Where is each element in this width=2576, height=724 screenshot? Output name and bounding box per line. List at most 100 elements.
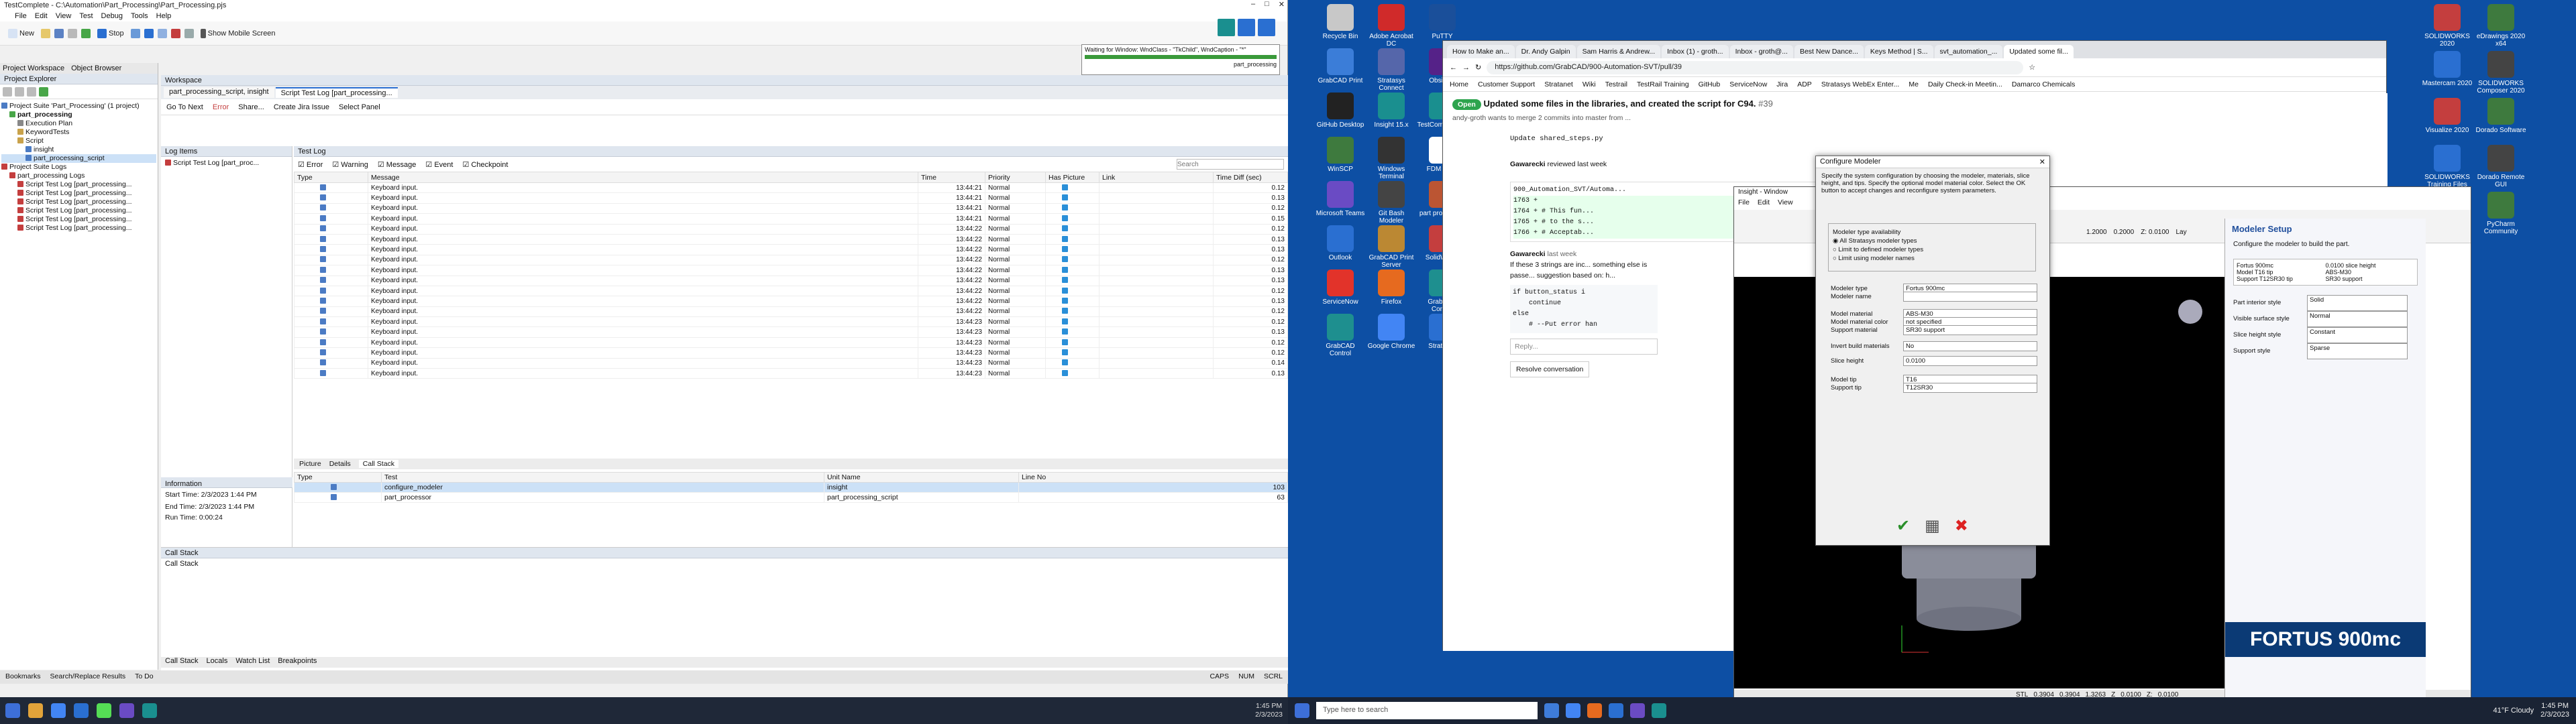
tab-watch[interactable]: Watch List bbox=[235, 657, 270, 668]
pause-record-icon[interactable] bbox=[1238, 19, 1255, 36]
bookmark-item[interactable]: Jira bbox=[1776, 80, 1788, 88]
desktop-icon[interactable]: ServiceNow bbox=[1315, 269, 1366, 306]
browser-tab[interactable]: Inbox - groth@... bbox=[1729, 45, 1793, 58]
tree-item[interactable]: Script Test Log [part_processing... bbox=[1, 224, 156, 233]
vscode-icon[interactable] bbox=[1609, 703, 1623, 718]
error-filter-button[interactable]: Error bbox=[213, 103, 229, 111]
taskbar-search[interactable]: Type here to search bbox=[1316, 702, 1538, 719]
filter-message[interactable]: ☑ Message bbox=[378, 160, 417, 169]
menu-help[interactable]: Help bbox=[156, 12, 172, 20]
picture-icon[interactable] bbox=[1062, 194, 1068, 201]
tree-item[interactable]: Script Test Log [part_processing... bbox=[1, 206, 156, 215]
desktop-icon[interactable]: Dorado Software bbox=[2475, 98, 2526, 134]
picture-icon[interactable] bbox=[1062, 235, 1068, 242]
url-field[interactable]: https://github.com/GrabCAD/900-Automatio… bbox=[1487, 60, 2024, 74]
firefox-icon[interactable] bbox=[1587, 703, 1602, 718]
field-select[interactable]: 0.0100 bbox=[1903, 356, 2037, 366]
star-icon[interactable]: ☆ bbox=[2029, 63, 2035, 72]
desktop-icon[interactable]: GrabCAD Print bbox=[1315, 48, 1366, 84]
tree-item[interactable]: Project Suite Logs bbox=[1, 163, 156, 172]
desktop-icon[interactable]: Dorado Remote GUI bbox=[2475, 145, 2526, 188]
opt-select[interactable]: Sparse bbox=[2307, 343, 2408, 359]
tree-item[interactable]: Script Test Log [part_processing... bbox=[1, 180, 156, 189]
commit-row[interactable]: Update shared_steps.py bbox=[1510, 133, 1832, 144]
log-row[interactable]: Keyboard input. 13:44:21 Normal 0.12 bbox=[294, 182, 1288, 194]
browser-tab[interactable]: How to Make an... bbox=[1447, 45, 1515, 58]
run-icon[interactable] bbox=[81, 28, 91, 38]
menu-test[interactable]: Test bbox=[79, 12, 93, 20]
desktop-icon[interactable]: Mastercam 2020 bbox=[2422, 51, 2473, 87]
radio-limit-defined[interactable]: ○ Limit to defined modeler types bbox=[1833, 245, 2031, 254]
desktop-icon[interactable]: PuTTY bbox=[1417, 4, 1468, 40]
desktop-icon[interactable]: Visualize 2020 bbox=[2422, 98, 2473, 134]
log-row[interactable]: Keyboard input. 13:44:22 Normal 0.13 bbox=[294, 244, 1288, 255]
resolve-button[interactable]: Resolve conversation bbox=[1510, 361, 1590, 377]
browser-tab[interactable]: Dr. Andy Galpin bbox=[1515, 45, 1576, 58]
call-row[interactable]: configure_modeler insight 103 bbox=[294, 482, 1288, 493]
save-icon[interactable] bbox=[54, 28, 64, 38]
desktop-icon[interactable]: Recycle Bin bbox=[1315, 4, 1366, 40]
remove-icon[interactable] bbox=[15, 87, 24, 97]
log-row[interactable]: Keyboard input. 13:44:21 Normal 0.12 bbox=[294, 202, 1288, 215]
tab-picture[interactable]: Picture bbox=[299, 460, 321, 468]
browser-tab[interactable]: Keys Method | S... bbox=[1864, 45, 1933, 58]
cs-col-unit[interactable]: Unit Name bbox=[824, 472, 1019, 483]
tab-bookmarks[interactable]: Bookmarks bbox=[5, 672, 41, 682]
log-row[interactable]: Keyboard input. 13:44:23 Normal 0.14 bbox=[294, 357, 1288, 369]
col-message[interactable]: Message bbox=[368, 172, 918, 183]
recorder-icon[interactable] bbox=[1218, 19, 1235, 36]
chrome-icon[interactable] bbox=[1566, 703, 1580, 718]
log-row[interactable]: Keyboard input. 13:44:23 Normal 0.12 bbox=[294, 337, 1288, 349]
menu-view[interactable]: View bbox=[56, 12, 72, 20]
minimize-icon[interactable]: – bbox=[1251, 0, 1255, 9]
teams-icon[interactable] bbox=[119, 703, 134, 718]
ok-check-icon[interactable]: ✔ bbox=[1896, 516, 1910, 536]
tree-item[interactable]: Script Test Log [part_processing... bbox=[1, 215, 156, 224]
col-priority[interactable]: Priority bbox=[985, 172, 1046, 183]
browser-tab[interactable]: Inbox (1) - groth... bbox=[1662, 45, 1729, 58]
picture-icon[interactable] bbox=[1062, 287, 1068, 294]
call-row[interactable]: part_processor part_processing_script 63 bbox=[294, 492, 1288, 503]
step-over-icon[interactable] bbox=[157, 28, 167, 38]
tab-todo[interactable]: To Do bbox=[135, 672, 153, 682]
desktop-icon[interactable]: SOLIDWORKS Composer 2020 bbox=[2475, 51, 2526, 95]
desktop-icon[interactable]: WinSCP bbox=[1315, 137, 1366, 173]
picture-icon[interactable] bbox=[1062, 318, 1068, 324]
log-row[interactable]: Keyboard input. 13:44:22 Normal 0.13 bbox=[294, 275, 1288, 286]
col-time[interactable]: Time bbox=[918, 172, 985, 183]
explorer-icon[interactable] bbox=[28, 703, 43, 718]
field-select[interactable] bbox=[1903, 292, 2037, 302]
desktop-icon[interactable]: SOLIDWORKS Training Files bbox=[2422, 145, 2473, 188]
field-select[interactable]: No bbox=[1903, 341, 2037, 351]
tab-project-workspace[interactable]: Project Workspace bbox=[3, 64, 64, 72]
col-timediff[interactable]: Time Diff (sec) bbox=[1213, 172, 1288, 183]
mobile-screen-button[interactable]: Show Mobile Screen bbox=[198, 27, 278, 40]
filter-event[interactable]: ☑ Event bbox=[425, 160, 453, 169]
picture-icon[interactable] bbox=[1062, 359, 1068, 366]
log-row[interactable]: Keyboard input. 13:44:22 Normal 0.12 bbox=[294, 223, 1288, 235]
log-row[interactable]: Keyboard input. 13:44:23 Normal 0.12 bbox=[294, 347, 1288, 359]
desktop-icon[interactable]: Outlook bbox=[1315, 225, 1366, 261]
task-view-icon[interactable] bbox=[1544, 703, 1559, 718]
log-row[interactable]: Keyboard input. 13:44:23 Normal 0.12 bbox=[294, 316, 1288, 328]
bookmark-item[interactable]: Customer Support bbox=[1478, 80, 1535, 88]
go-to-next-button[interactable]: Go To Next bbox=[166, 103, 203, 111]
tab-object-browser[interactable]: Object Browser bbox=[71, 64, 121, 72]
step-icon[interactable] bbox=[144, 28, 154, 38]
picture-icon[interactable] bbox=[1062, 256, 1068, 263]
picture-icon[interactable] bbox=[1062, 266, 1068, 273]
tab-script[interactable]: part_processing_script, insight bbox=[164, 87, 274, 98]
picture-icon[interactable] bbox=[1062, 184, 1068, 190]
open-icon[interactable] bbox=[41, 28, 51, 38]
bookmark-item[interactable]: Wiki bbox=[1582, 80, 1596, 88]
close-icon[interactable]: ✕ bbox=[2039, 158, 2045, 166]
insight-app-icon[interactable] bbox=[1652, 703, 1666, 718]
radio-all[interactable]: ◉ All Stratasys modeler types bbox=[1833, 237, 2031, 245]
back-icon[interactable]: ← bbox=[1450, 64, 1457, 72]
bookmark-item[interactable]: Stratanet bbox=[1544, 80, 1573, 88]
col-picture[interactable]: Has Picture bbox=[1045, 172, 1099, 183]
tab-callstack[interactable]: Call Stack bbox=[165, 657, 199, 668]
bookmark-item[interactable]: Home bbox=[1450, 80, 1468, 88]
testcomplete-icon[interactable] bbox=[142, 703, 157, 718]
tree-item[interactable]: part_processing bbox=[1, 111, 156, 119]
